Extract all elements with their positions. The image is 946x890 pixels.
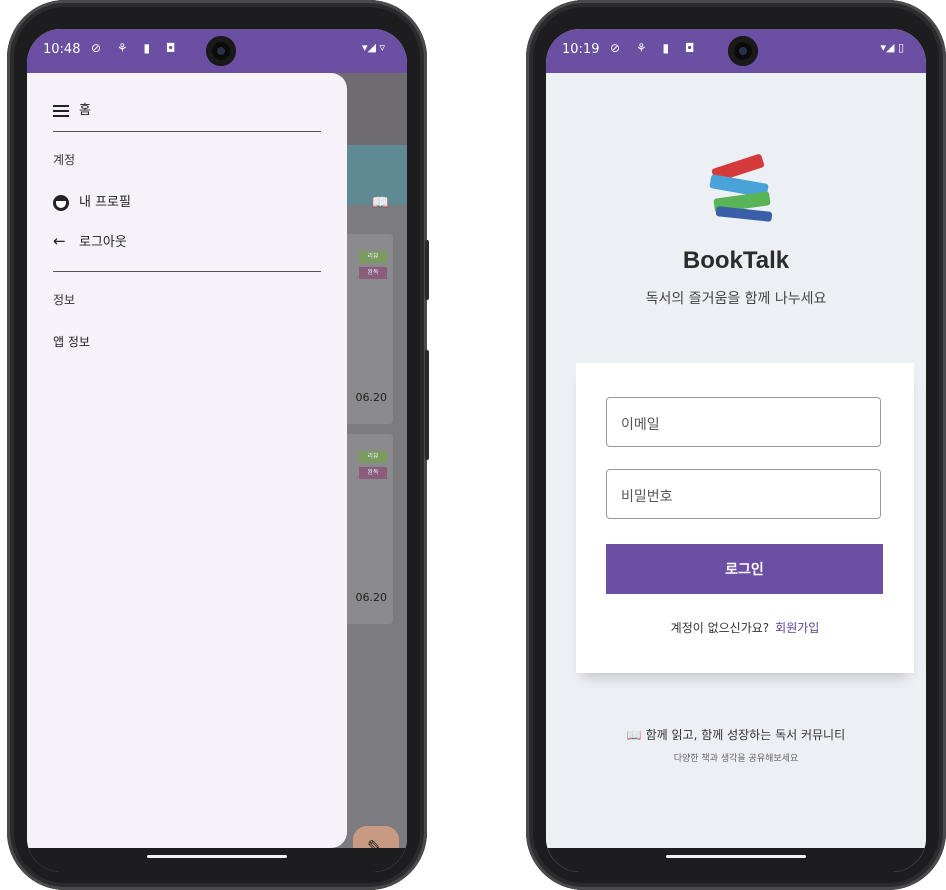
section-account: 계정 (53, 153, 76, 167)
navigation-area (27, 848, 407, 872)
divider (53, 131, 321, 132)
camera-icon (206, 36, 236, 66)
drawer-item-label: 홈 (79, 103, 91, 118)
screen-left: 📖 리뷰 완독 06.20 리뷰 완독 06.20 ✎ 홈 계정 내 프로필 ←… (27, 29, 407, 872)
arrow-left-icon: ← (53, 232, 66, 250)
drawer-item-label: 로그아웃 (79, 235, 127, 250)
signal-wifi-icon: ▾◢ ▿ (362, 41, 385, 54)
background-tag: 완독 (359, 267, 387, 279)
app-subtitle: 독서의 즐거움을 함께 나누세요 (645, 291, 827, 307)
menu-icon (53, 102, 69, 120)
drawer-item-app-info[interactable]: 앱 정보 (53, 333, 90, 350)
app-title: BookTalk (682, 247, 790, 274)
signup-prompt: 계정이 없으신가요? (670, 621, 770, 635)
email-field[interactable]: 이메일 (606, 397, 881, 447)
status-time: 10:48 (43, 42, 81, 57)
status-bar: 10:19 ⊘ ⚘ ▮ ◘ ▾◢ ▯ (546, 29, 926, 73)
background-date: 06.20 (355, 591, 388, 604)
divider (53, 271, 321, 272)
signup-link[interactable]: 회원가입 (775, 621, 819, 635)
drawer-item-logout[interactable]: ← 로그아웃 (53, 231, 127, 250)
camera-icon (728, 36, 758, 66)
drawer-item-label: 앱 정보 (53, 335, 90, 349)
gesture-bar[interactable] (666, 855, 806, 858)
login-button[interactable]: 로그인 (606, 544, 883, 594)
community-subtext: 다양한 책과 생각을 공유해보세요 (673, 754, 799, 764)
phone-frame-left: 📖 리뷰 완독 06.20 리뷰 완독 06.20 ✎ 홈 계정 내 프로필 ←… (7, 0, 429, 890)
community-text: 📖 함께 읽고, 함께 성장하는 독서 커뮤니티 (626, 728, 846, 742)
section-info: 정보 (53, 293, 76, 307)
status-icons: ⊘ ⚘ ▮ ◘ (610, 41, 701, 55)
book-icon: 📖 (371, 195, 389, 211)
signal-wifi-icon: ▾◢ ▯ (880, 41, 904, 54)
navigation-drawer: 홈 계정 내 프로필 ← 로그아웃 정보 앱 정보 (27, 73, 347, 848)
status-time: 10:19 (562, 42, 600, 57)
password-field[interactable]: 비밀번호 (606, 469, 881, 519)
phone-frame-right: BookTalk 독서의 즐거움을 함께 나누세요 이메일 비밀번호 로그인 계… (526, 0, 946, 890)
background-tag: 리뷰 (359, 251, 387, 263)
drawer-item-profile[interactable]: 내 프로필 (53, 191, 131, 211)
background-tag: 완독 (359, 467, 387, 479)
login-card: 이메일 비밀번호 로그인 계정이 없으신가요? 회원가입 (576, 363, 914, 673)
gesture-bar[interactable] (147, 855, 287, 858)
books-logo-icon (706, 153, 776, 222)
navigation-area (546, 848, 926, 872)
drawer-item-label: 내 프로필 (79, 195, 131, 210)
drawer-item-home[interactable]: 홈 (53, 99, 91, 120)
background-date: 06.20 (355, 391, 388, 404)
screen-right: BookTalk 독서의 즐거움을 함께 나누세요 이메일 비밀번호 로그인 계… (546, 29, 926, 872)
background-tag: 리뷰 (359, 451, 387, 463)
status-bar: 10:48 ⊘ ⚘ ▮ ◘ ▾◢ ▿ (27, 29, 407, 73)
signup-line: 계정이 없으신가요? 회원가입 (576, 619, 914, 636)
profile-face-icon (53, 194, 69, 211)
status-icons: ⊘ ⚘ ▮ ◘ (91, 41, 182, 55)
